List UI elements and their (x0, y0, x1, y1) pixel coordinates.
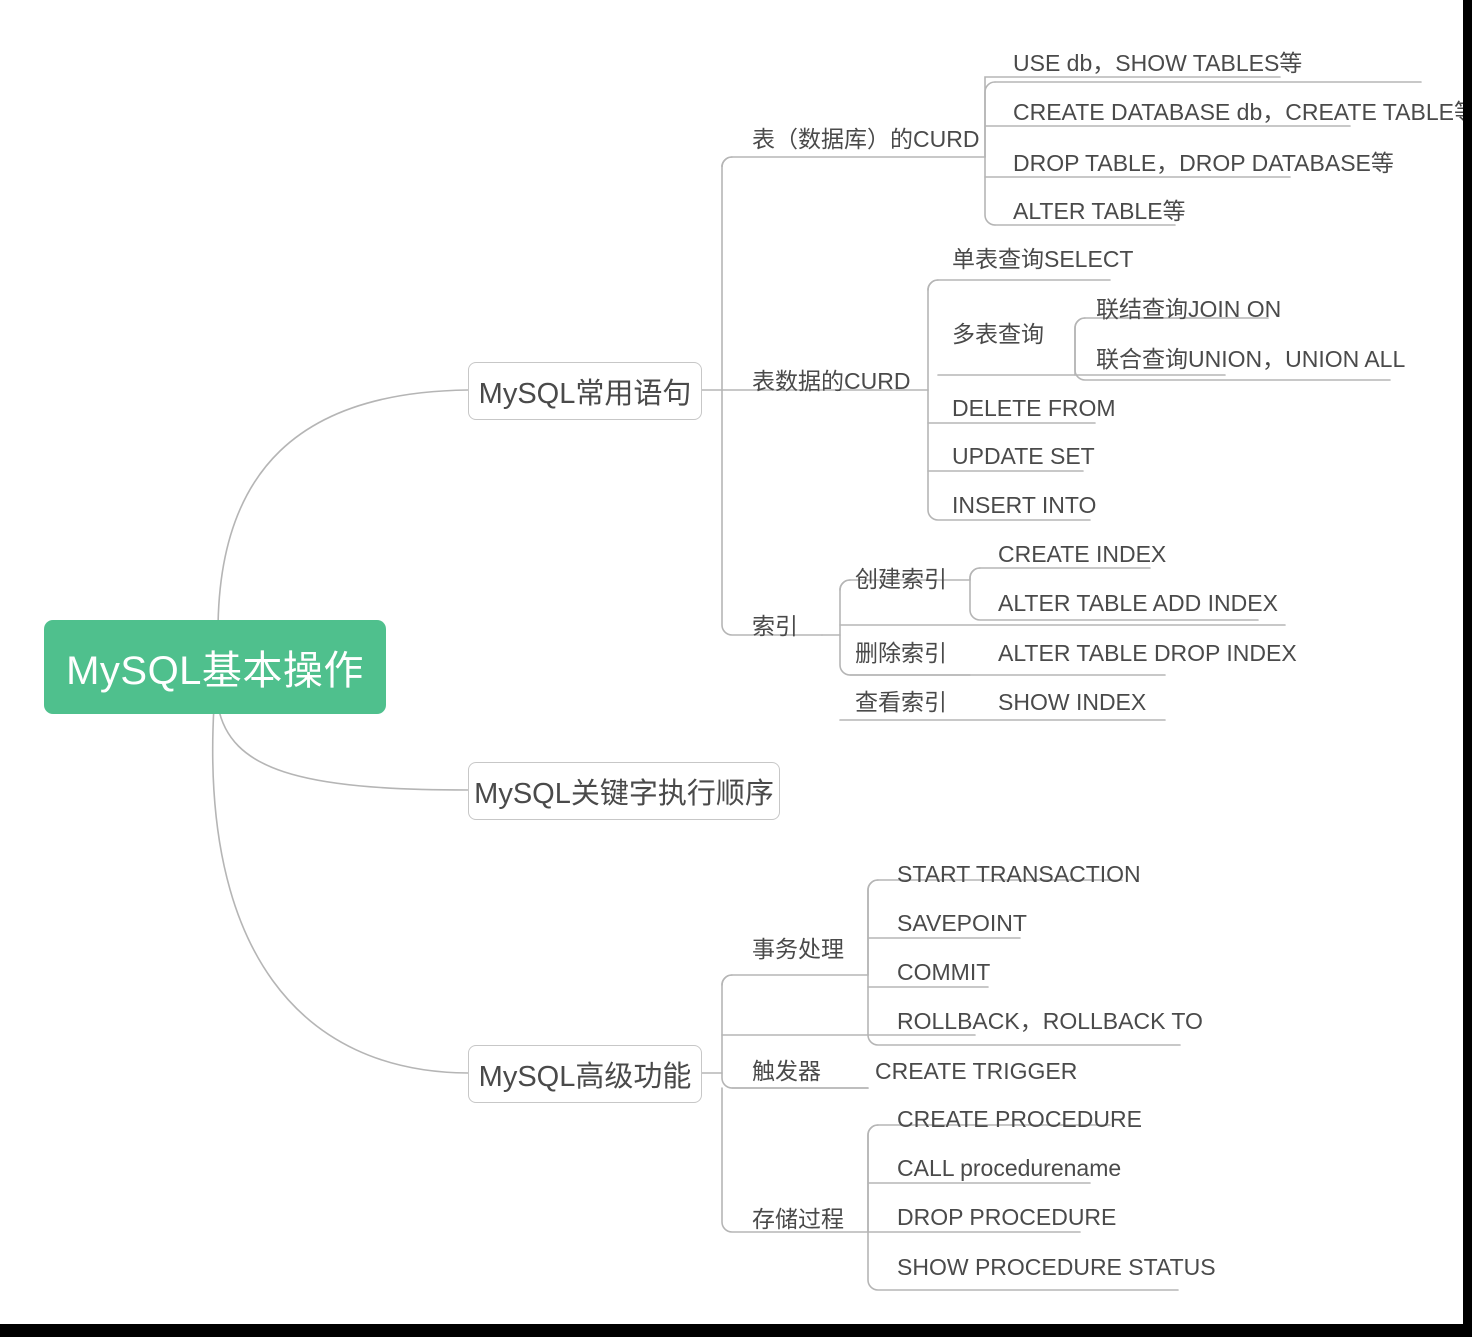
branch-node-label: MySQL常用语句 (478, 378, 692, 410)
node-transaction-handling[interactable]: 事务处理 (752, 938, 844, 961)
branch-node-label: MySQL高级功能 (478, 1061, 692, 1093)
node-label: ROLLBACK，ROLLBACK TO (897, 1008, 1203, 1034)
node-union-union-all[interactable]: 联合查询UNION，UNION ALL (1096, 348, 1405, 371)
node-show-procedure-status[interactable]: SHOW PROCEDURE STATUS (897, 1256, 1216, 1279)
node-alter-table[interactable]: ALTER TABLE等 (1013, 200, 1186, 223)
node-label: 删除索引 (855, 640, 947, 666)
node-index[interactable]: 索引 (752, 615, 798, 638)
node-call-procedurename[interactable]: CALL procedurename (897, 1157, 1121, 1180)
branch-node-label: MySQL关键字执行顺序 (474, 778, 774, 810)
node-table-data-curd[interactable]: 表数据的CURD (752, 370, 910, 393)
node-join-on[interactable]: 联结查询JOIN ON (1096, 298, 1281, 321)
node-label: 表数据的CURD (752, 368, 911, 394)
node-label: DELETE FROM (952, 395, 1116, 421)
node-label: INSERT INTO (952, 492, 1097, 518)
node-label: 存储过程 (752, 1206, 844, 1232)
node-trigger[interactable]: 触发器 (752, 1060, 821, 1083)
wire-root-to-branch3 (212, 705, 469, 1074)
node-label: 多表查询 (952, 321, 1044, 347)
node-label: UPDATE SET (952, 443, 1095, 469)
node-update-set[interactable]: UPDATE SET (952, 445, 1095, 468)
node-label: 触发器 (752, 1058, 821, 1084)
branch-node-mysql-advanced-features[interactable]: MySQL高级功能 (468, 1045, 702, 1103)
node-label: 单表查询SELECT (952, 246, 1134, 272)
node-create-index[interactable]: CREATE INDEX (998, 543, 1166, 566)
branch-node-mysql-keyword-order[interactable]: MySQL关键字执行顺序 (468, 762, 780, 820)
wire-root-to-branch2 (217, 705, 469, 791)
node-stored-procedure[interactable]: 存储过程 (752, 1208, 844, 1231)
node-label: START TRANSACTION (897, 861, 1141, 887)
node-alter-table-drop-index[interactable]: ALTER TABLE DROP INDEX (998, 642, 1297, 665)
node-show-index-group[interactable]: 查看索引 (855, 691, 947, 714)
node-label: 表（数据库）的CURD (752, 126, 980, 152)
wire-b1-spine-up (721, 156, 733, 391)
node-multi-table-query[interactable]: 多表查询 (952, 323, 1044, 346)
node-single-table-select[interactable]: 单表查询SELECT (952, 248, 1133, 271)
node-label: COMMIT (897, 959, 991, 985)
node-drop-table-drop-database[interactable]: DROP TABLE，DROP DATABASE等 (1013, 152, 1394, 175)
root-node-label: MySQL基本操作 (66, 649, 364, 693)
node-drop-index-group[interactable]: 删除索引 (855, 642, 947, 665)
node-delete-from[interactable]: DELETE FROM (952, 397, 1116, 420)
node-label: CREATE DATABASE db，CREATE TABLE等 (1013, 99, 1463, 125)
node-drop-procedure[interactable]: DROP PROCEDURE (897, 1206, 1116, 1229)
node-label: ALTER TABLE ADD INDEX (998, 590, 1278, 616)
node-alter-table-add-index[interactable]: ALTER TABLE ADD INDEX (998, 592, 1278, 615)
node-label: ALTER TABLE等 (1013, 198, 1186, 224)
node-label: 联结查询JOIN ON (1096, 296, 1282, 322)
node-savepoint[interactable]: SAVEPOINT (897, 912, 1027, 935)
branch-node-mysql-common-statements[interactable]: MySQL常用语句 (468, 362, 702, 420)
node-commit[interactable]: COMMIT (897, 961, 990, 984)
node-create-index-group[interactable]: 创建索引 (855, 568, 947, 591)
node-label: SHOW PROCEDURE STATUS (897, 1254, 1216, 1280)
wire-b1-spine-down (721, 389, 823, 636)
wire-noop2 (927, 279, 939, 291)
node-label: 事务处理 (752, 936, 844, 962)
node-create-procedure[interactable]: CREATE PROCEDURE (897, 1108, 1142, 1131)
node-label: 创建索引 (855, 566, 947, 592)
node-use-db-show-tables[interactable]: USE db，SHOW TABLES等 (1013, 52, 1302, 75)
node-label: CREATE TRIGGER (875, 1058, 1078, 1084)
node-rollback[interactable]: ROLLBACK，ROLLBACK TO (897, 1010, 1203, 1033)
node-show-index[interactable]: SHOW INDEX (998, 691, 1146, 714)
node-label: CREATE PROCEDURE (897, 1106, 1142, 1132)
wire-b3c1-arm (721, 974, 869, 986)
node-label: DROP PROCEDURE (897, 1204, 1117, 1230)
wire-b1c1-arm (721, 156, 986, 168)
wire-b1c3g1-spine-up (969, 567, 1151, 581)
node-insert-into[interactable]: INSERT INTO (952, 494, 1096, 517)
node-label: 查看索引 (855, 689, 947, 715)
node-label: CALL procedurename (897, 1155, 1122, 1181)
node-label: 索引 (752, 613, 798, 639)
node-label: SAVEPOINT (897, 910, 1027, 936)
wire-b1c1-spine (984, 81, 996, 226)
root-node[interactable]: MySQL基本操作 (44, 620, 386, 714)
node-label: CREATE INDEX (998, 541, 1167, 567)
mindmap-canvas: MySQL基本操作 MySQL常用语句 MySQL关键字执行顺序 MySQL高级… (0, 0, 1463, 1324)
node-label: USE db，SHOW TABLES等 (1013, 50, 1303, 76)
node-label: 联合查询UNION，UNION ALL (1096, 346, 1406, 372)
node-label: SHOW INDEX (998, 689, 1147, 715)
node-label: ALTER TABLE DROP INDEX (998, 640, 1297, 666)
node-label: DROP TABLE，DROP DATABASE等 (1013, 150, 1394, 176)
node-table-database-curd[interactable]: 表（数据库）的CURD (752, 128, 979, 151)
node-create-database-create-table[interactable]: CREATE DATABASE db，CREATE TABLE等 (1013, 101, 1463, 124)
wire-root-to-branch1 (217, 389, 469, 633)
node-create-trigger[interactable]: CREATE TRIGGER (875, 1060, 1077, 1083)
node-start-transaction[interactable]: START TRANSACTION (897, 863, 1141, 886)
